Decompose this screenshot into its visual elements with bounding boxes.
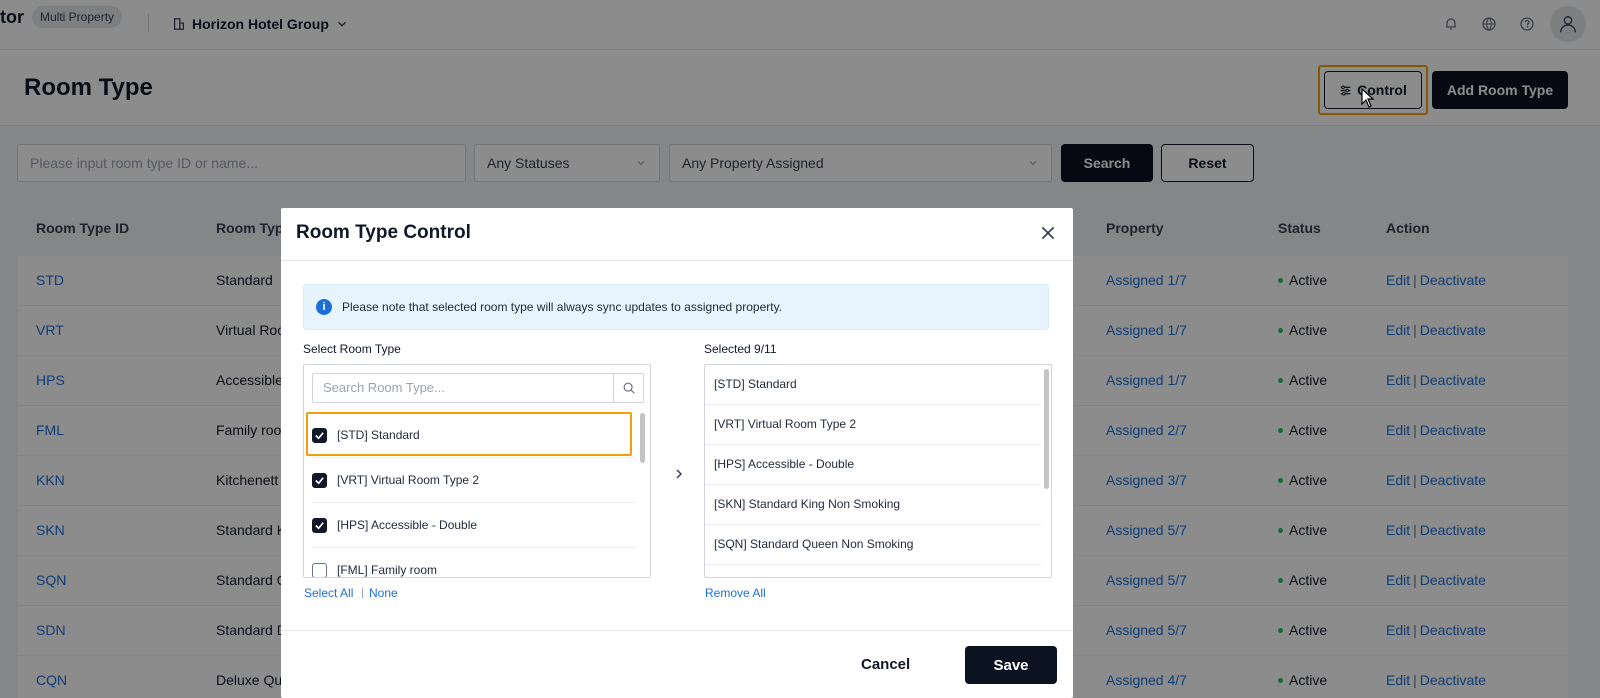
scrollbar[interactable] bbox=[640, 413, 645, 463]
room-type-search-placeholder: Search Room Type... bbox=[323, 380, 445, 395]
divider bbox=[281, 260, 1073, 261]
option-label: [FML] Family room bbox=[337, 563, 438, 577]
scrollbar[interactable] bbox=[1044, 369, 1049, 489]
room-type-option[interactable]: [VRT] Virtual Room Type 2 bbox=[312, 458, 636, 503]
room-type-option[interactable]: [FML] Family room bbox=[312, 548, 636, 577]
remove-all-link[interactable]: Remove All bbox=[705, 586, 766, 600]
checkbox[interactable] bbox=[312, 517, 327, 533]
check-icon bbox=[315, 521, 324, 529]
room-type-option[interactable]: [HPS] Accessible - Double bbox=[312, 503, 636, 548]
cancel-button[interactable]: Cancel bbox=[861, 656, 910, 673]
selected-room-type-item[interactable]: [VRT] Virtual Room Type 2 bbox=[705, 405, 1041, 445]
option-label: [VRT] Virtual Room Type 2 bbox=[337, 473, 480, 487]
search-submit-button[interactable] bbox=[613, 374, 643, 402]
cursor-icon bbox=[1361, 88, 1375, 108]
check-icon bbox=[315, 476, 324, 484]
close-icon[interactable] bbox=[1039, 224, 1057, 242]
option-label: [HPS] Accessible - Double bbox=[337, 518, 478, 532]
search-icon bbox=[623, 382, 635, 394]
save-button[interactable]: Save bbox=[965, 646, 1057, 684]
available-room-types-panel: Search Room Type... [STD] Standard [VRT] … bbox=[303, 364, 651, 578]
info-icon: i bbox=[316, 299, 332, 315]
selected-count-label: Selected 9/11 bbox=[704, 342, 777, 356]
selected-room-types-panel: [STD] Standard [VRT] Virtual Room Type 2[… bbox=[704, 364, 1052, 578]
selected-room-type-item[interactable]: [SQN] Standard Queen Non Smoking bbox=[705, 525, 1041, 565]
checkbox[interactable] bbox=[312, 562, 327, 577]
selected-room-type-item[interactable]: [SKN] Standard King Non Smoking bbox=[705, 485, 1041, 525]
modal-title: Room Type Control bbox=[296, 222, 471, 243]
notice-text: Please note that selected room type will… bbox=[342, 300, 783, 314]
room-type-search-field[interactable]: Search Room Type... bbox=[312, 373, 644, 403]
divider bbox=[281, 630, 1073, 631]
select-all-link[interactable]: Select All bbox=[304, 586, 353, 600]
select-room-type-label: Select Room Type bbox=[303, 342, 401, 356]
standard-option-highlight bbox=[306, 412, 632, 456]
checkbox[interactable] bbox=[312, 472, 327, 488]
link-separator: | bbox=[361, 585, 365, 599]
selected-room-type-item[interactable]: [HPS] Accessible - Double bbox=[705, 445, 1041, 485]
selected-room-type-item[interactable]: [STD] Standard bbox=[705, 365, 1041, 405]
chevron-right-icon[interactable] bbox=[671, 466, 687, 482]
select-none-link[interactable]: None bbox=[369, 586, 398, 600]
sync-notice: i Please note that selected room type wi… bbox=[303, 284, 1049, 330]
